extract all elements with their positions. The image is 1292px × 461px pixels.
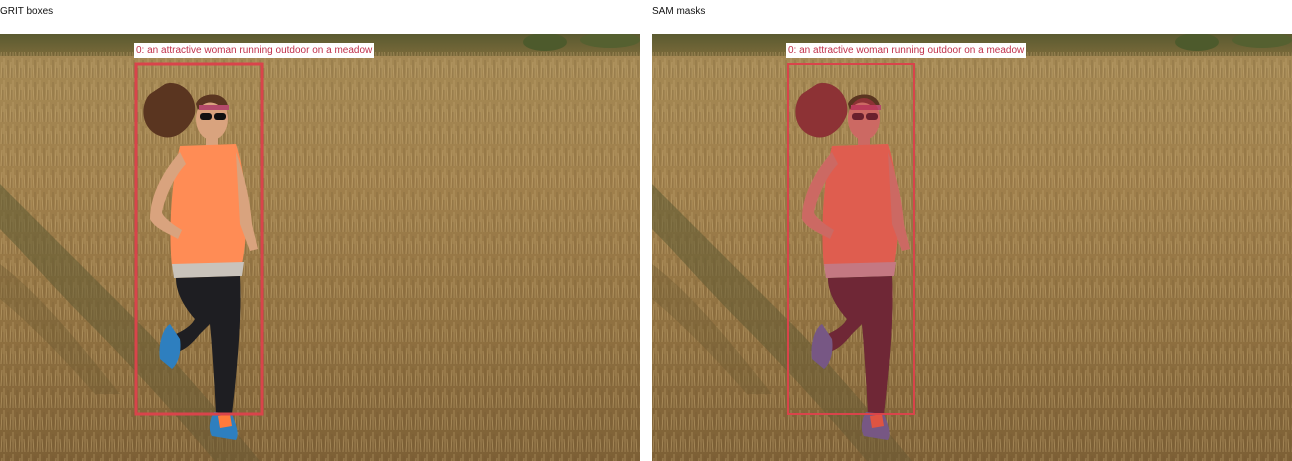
detection-box (134, 62, 264, 416)
panel-title-sam: SAM masks (652, 6, 706, 17)
detection-box (787, 63, 915, 415)
image-panel-grit: 0: an attractive woman running outdoor o… (0, 34, 640, 461)
detection-label: 0: an attractive woman running outdoor o… (786, 43, 1027, 58)
image-panel-sam: 0: an attractive woman running outdoor o… (652, 34, 1292, 461)
detection-label: 0: an attractive woman running outdoor o… (134, 43, 375, 58)
panel-title-grit: GRIT boxes (0, 6, 54, 17)
